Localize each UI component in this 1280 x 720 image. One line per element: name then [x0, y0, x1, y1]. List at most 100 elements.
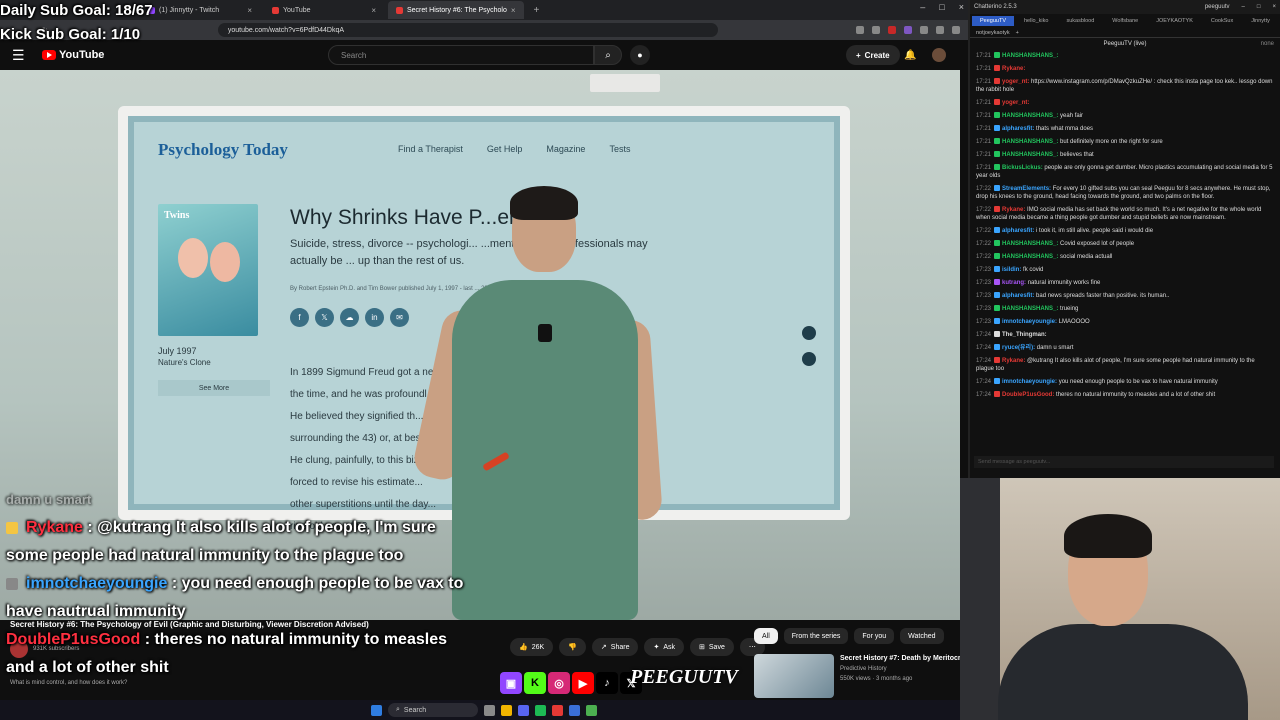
chat-username[interactable]: Rykane: [1002, 66, 1025, 72]
close-tab-icon[interactable]: × [511, 6, 516, 15]
tab-cooksux[interactable]: CookSux [1203, 16, 1241, 26]
timestamp: 17:24 [976, 379, 992, 385]
timestamp: 17:22 [976, 254, 992, 260]
tab-watched[interactable]: Watched [900, 628, 944, 644]
chat-username[interactable]: The_Thingman: [1002, 332, 1047, 338]
chat-username[interactable]: HANSHANSHANS_: [1002, 53, 1058, 59]
chat-username[interactable]: alpharesfit: [1002, 228, 1034, 234]
window-controls: – □ × [920, 2, 964, 12]
channel-header: PeeguuTV (live) none [1103, 41, 1274, 47]
chat-username[interactable]: yoger_nt: [1002, 79, 1029, 85]
extension-icon[interactable] [904, 26, 912, 34]
menu-icon[interactable]: ☰ [12, 47, 32, 64]
chat-username[interactable]: yoger_nt: [1002, 100, 1029, 106]
taskbar-search[interactable]: ⌕ Search [388, 703, 478, 717]
chat-username[interactable]: imnotchaeyoungie: [1002, 379, 1057, 385]
chat-username[interactable]: HANSHANSHANS_: [1002, 152, 1058, 158]
create-button[interactable]: + Create [846, 45, 900, 65]
tab-from-series[interactable]: From the series [783, 628, 849, 644]
tab-notjoeykaotyk[interactable]: notjoeykaotyk [976, 30, 1010, 36]
chat-message: 17:23 HANSHANSHANS_: trueing [976, 305, 1274, 313]
chat-username[interactable]: HANSHANSHANS_: [1002, 306, 1058, 312]
maximize-icon[interactable]: □ [1257, 4, 1261, 10]
chatterino-titlebar: Chatterino 2.5.3 peeguutv – □ × [970, 0, 1280, 14]
chat-text: LMAOOOO [1058, 319, 1090, 325]
bluesky-icon: ☁ [340, 308, 359, 327]
extension-icon[interactable] [872, 26, 880, 34]
badge-icon [994, 378, 1001, 385]
chat-username[interactable]: HANSHANSHANS_: [1002, 139, 1058, 145]
tab-youtube[interactable]: YouTube × [264, 1, 384, 19]
avatar[interactable] [932, 48, 946, 62]
chat-message: 17:22 HANSHANSHANS_: Covid exposed lot of… [976, 240, 1274, 248]
tab-twitch[interactable]: (1) Jinnytty - Twitch × [140, 1, 260, 19]
video-thumbnail[interactable] [754, 654, 834, 698]
new-tab-button[interactable]: + [534, 5, 540, 16]
spotify-icon[interactable] [535, 704, 546, 716]
chat-username[interactable]: imnotchaeyoungie: [1002, 319, 1057, 325]
badge-icon [994, 99, 1001, 106]
tab-hello-kiko[interactable]: hello_kiko [1016, 16, 1056, 26]
sparkle-icon: ✦ [653, 644, 660, 651]
chrome-icon[interactable] [586, 704, 597, 716]
save-button[interactable]: ⊞ Save [690, 638, 734, 656]
bell-icon[interactable]: 🔔 [904, 50, 916, 61]
discord-icon[interactable] [518, 704, 529, 716]
account-name[interactable]: peeguutv [1205, 4, 1230, 10]
tab-sukasblood[interactable]: sukasblood [1058, 16, 1102, 26]
extension-icon[interactable] [936, 26, 944, 34]
app-icon[interactable] [552, 704, 563, 716]
chat-username[interactable]: BickusLickus: [1002, 165, 1043, 171]
tab-all[interactable]: All [754, 628, 778, 644]
recommended-video[interactable]: Secret History #7: Death by Meritocracy … [754, 654, 972, 698]
voice-search-button[interactable]: ● [630, 45, 650, 65]
share-button[interactable]: ↗ Share [591, 638, 639, 656]
tab-wolfsbane[interactable]: Wolfsbane [1104, 16, 1146, 26]
menu-icon[interactable] [952, 26, 960, 34]
extension-icon[interactable] [856, 26, 864, 34]
minimize-icon[interactable]: – [1242, 4, 1245, 10]
chat-username[interactable]: StreamElements: [1002, 186, 1051, 192]
youtube-logo[interactable]: YouTube [42, 49, 104, 61]
chat-username[interactable]: Rykane: [1002, 207, 1025, 213]
chat-username[interactable]: isildin: [1002, 267, 1021, 273]
extension-icon[interactable] [920, 26, 928, 34]
add-tab-icon[interactable]: + [1016, 30, 1019, 36]
folder-icon[interactable] [501, 704, 512, 716]
app-icon[interactable] [569, 704, 580, 716]
tab-jinnytty[interactable]: Jinnytty [1243, 16, 1278, 26]
search-button[interactable]: ⌕ [594, 45, 622, 65]
chat-message: 17:24 The_Thingman: [976, 331, 1274, 339]
ask-button[interactable]: ✦ Ask [644, 638, 685, 656]
chat-username[interactable]: HANSHANSHANS_: [1002, 254, 1058, 260]
chat-username[interactable]: kutrang: [1002, 280, 1026, 286]
chat-text: natural immunity works fine [1027, 280, 1101, 286]
chat-username[interactable]: ryuce(유리): [1002, 345, 1035, 351]
close-window-icon[interactable]: × [1272, 4, 1276, 10]
timestamp: 17:22 [976, 228, 992, 234]
chat-username[interactable]: HANSHANSHANS_: [1002, 113, 1058, 119]
chat-username[interactable]: Rykane: [1002, 358, 1025, 364]
extension-icon[interactable] [888, 26, 896, 34]
tab-secret-history[interactable]: Secret History #6: The Psycholo × [388, 1, 524, 19]
close-tab-icon[interactable]: × [247, 6, 252, 15]
windows-start-icon[interactable] [371, 704, 382, 716]
url-field[interactable]: youtube.com/watch?v=6PdfD44DkqA [217, 23, 718, 37]
tab-peeguutv[interactable]: PeeguuTV [972, 16, 1014, 26]
maximize-icon[interactable]: □ [939, 2, 944, 12]
tab-joeykaotyk[interactable]: JOEYKAOTYK [1148, 16, 1201, 26]
chat-username[interactable]: HANSHANSHANS_: [1002, 241, 1058, 247]
search-input[interactable]: Search [328, 45, 594, 65]
chat-username[interactable]: alpharesfit: [1002, 126, 1034, 132]
app-icon[interactable] [484, 704, 495, 716]
tab-for-you[interactable]: For you [854, 628, 895, 644]
chat-input[interactable]: Send message as peeguutv... [974, 456, 1274, 468]
close-tab-icon[interactable]: × [371, 6, 376, 15]
chat-username[interactable]: alpharesfit: [1002, 293, 1034, 299]
close-window-icon[interactable]: × [959, 2, 964, 12]
dislike-button[interactable]: 👎 [559, 638, 586, 656]
chat-username[interactable]: DoubleP1usGood: [1002, 392, 1054, 398]
like-button[interactable]: 👍 26K [510, 638, 554, 656]
minimize-icon[interactable]: – [920, 2, 925, 12]
email-icon: ✉ [390, 308, 409, 327]
